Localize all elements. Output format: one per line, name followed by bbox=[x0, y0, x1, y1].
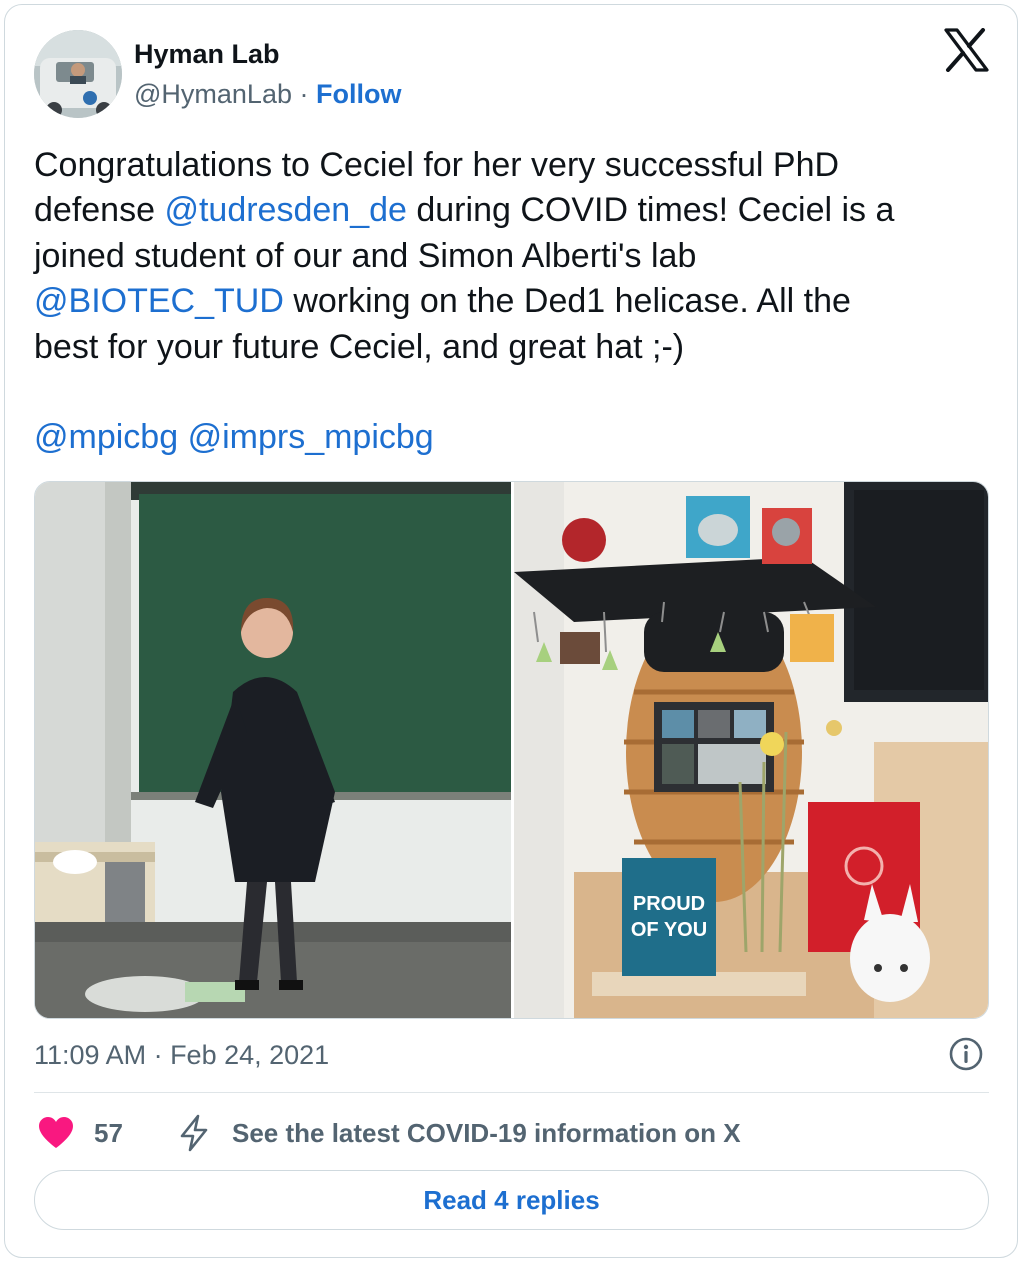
separator-dot: · bbox=[299, 79, 309, 109]
bolt-icon bbox=[180, 1114, 208, 1152]
covid-info-link[interactable]: See the latest COVID-19 information on X bbox=[176, 1110, 936, 1156]
author-avatar[interactable] bbox=[34, 30, 122, 118]
card-text-line-2: OF YOU bbox=[631, 919, 707, 941]
mention-link[interactable]: @tudresden_de bbox=[164, 191, 406, 229]
author-name[interactable]: Hyman Lab bbox=[134, 38, 280, 70]
card-text-line-1: PROUD bbox=[633, 893, 705, 915]
like-count: 57 bbox=[94, 1118, 123, 1148]
read-replies-button[interactable]: Read 4 replies bbox=[34, 1170, 989, 1230]
mention-link[interactable]: @BIOTEC_TUD bbox=[34, 282, 284, 320]
mention-link[interactable]: @mpicbg bbox=[34, 418, 178, 456]
tweet-timestamp[interactable]: 11:09 AM · Feb 24, 2021 bbox=[34, 1037, 329, 1073]
heart-icon bbox=[39, 1117, 73, 1148]
info-icon[interactable] bbox=[948, 1036, 984, 1072]
action-bar: 57 See the latest COVID-19 information o… bbox=[34, 1110, 989, 1156]
tweet-text-segment bbox=[178, 418, 187, 456]
covid-info-text: See the latest COVID-19 information on X bbox=[232, 1118, 741, 1148]
avatar-photo-icon bbox=[34, 30, 122, 118]
divider bbox=[34, 1092, 989, 1093]
photo-lecture-room[interactable] bbox=[35, 482, 511, 1018]
mention-link[interactable]: @imprs_mpicbg bbox=[188, 418, 434, 456]
follow-button[interactable]: Follow bbox=[316, 79, 401, 109]
author-handle-row: @HymanLab · Follow bbox=[134, 78, 402, 110]
photo-graduation-hat-display[interactable]: PROUD OF YOU bbox=[514, 482, 988, 1018]
media-grid: PROUD OF YOU bbox=[34, 481, 989, 1019]
tweet-text: Congratulations to Ceciel for her very s… bbox=[34, 143, 994, 461]
x-logo-icon[interactable] bbox=[942, 28, 990, 72]
author-handle[interactable]: @HymanLab bbox=[134, 79, 292, 109]
